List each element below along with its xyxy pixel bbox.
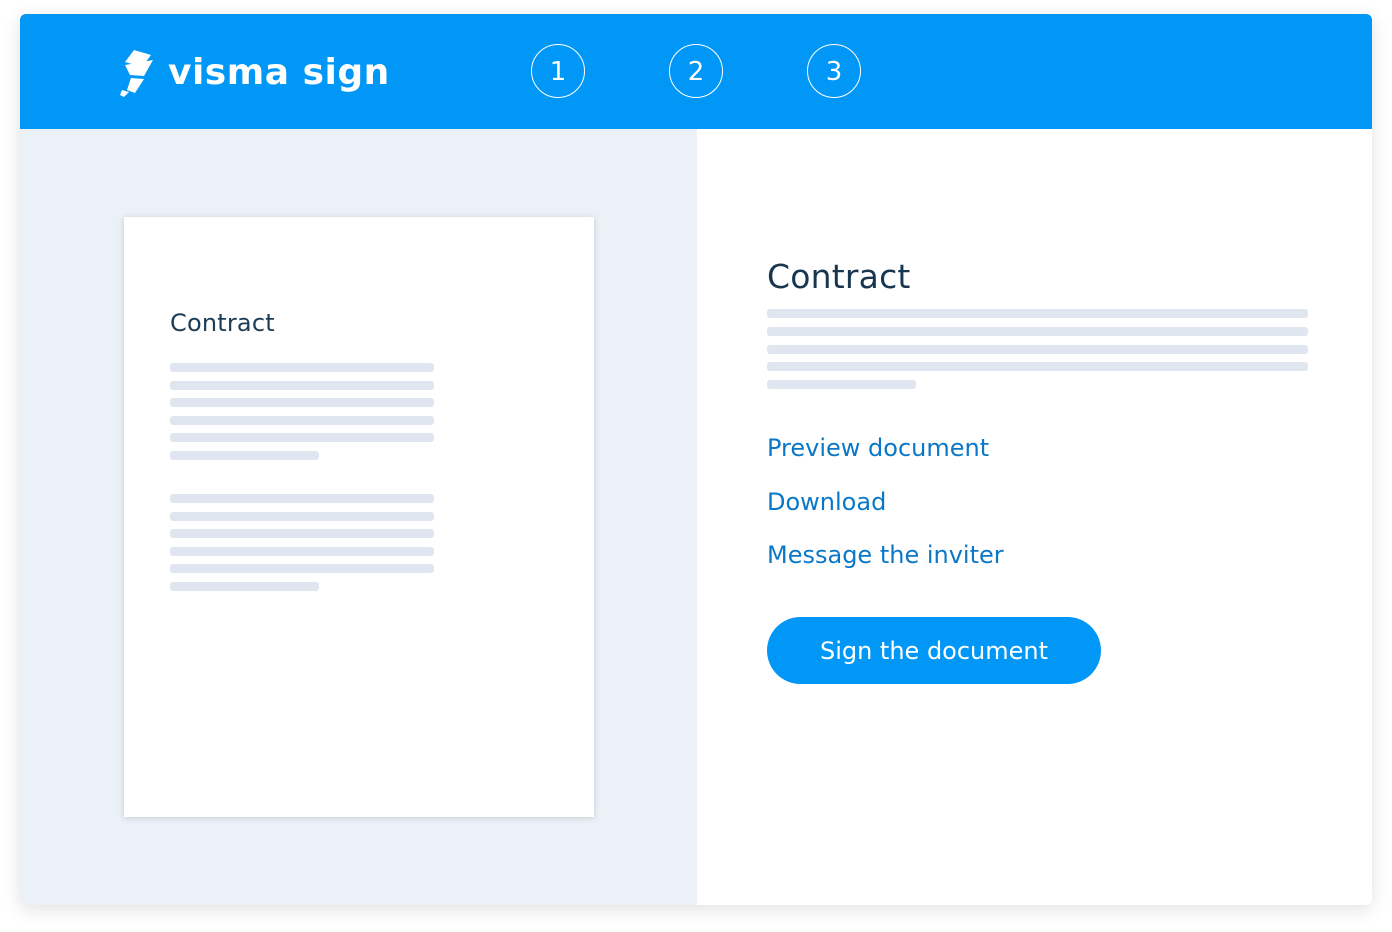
sign-document-button[interactable]: Sign the document [767,617,1101,684]
text-placeholder-line [170,529,434,538]
description-placeholder-line [767,362,1308,371]
top-header-bar: visma sign 1 2 3 [20,14,1372,129]
app-window: visma sign 1 2 3 Contract Contract Previ… [20,14,1372,905]
text-placeholder-line [170,398,434,407]
brand-name: visma sign [168,52,390,93]
description-placeholder-line [767,327,1308,336]
description-placeholder-line [767,380,916,389]
message-inviter-link[interactable]: Message the inviter [767,541,1004,569]
text-placeholder-line [170,494,434,503]
document-page-title: Contract [170,309,275,337]
text-placeholder-line [170,547,434,556]
text-placeholder-line [170,433,434,442]
preview-document-link[interactable]: Preview document [767,434,989,462]
visma-sign-logo-icon [120,50,153,97]
description-placeholder-line [767,345,1308,354]
download-link[interactable]: Download [767,488,886,516]
text-placeholder-line [170,381,434,390]
step-2-indicator[interactable]: 2 [669,44,723,98]
document-page-thumbnail[interactable]: Contract [124,217,594,817]
text-placeholder-line [170,582,319,591]
text-placeholder-line [170,512,434,521]
brand-logo[interactable]: visma sign [120,48,390,98]
text-placeholder-line [170,451,319,460]
text-placeholder-line [170,564,434,573]
step-1-indicator[interactable]: 1 [531,44,585,98]
step-3-indicator[interactable]: 3 [807,44,861,98]
document-title: Contract [767,257,911,296]
document-details-pane: Contract Preview document Download Messa… [697,129,1372,905]
document-preview-pane: Contract [20,129,697,905]
text-placeholder-line [170,363,434,372]
description-placeholder-line [767,309,1308,318]
text-placeholder-line [170,416,434,425]
